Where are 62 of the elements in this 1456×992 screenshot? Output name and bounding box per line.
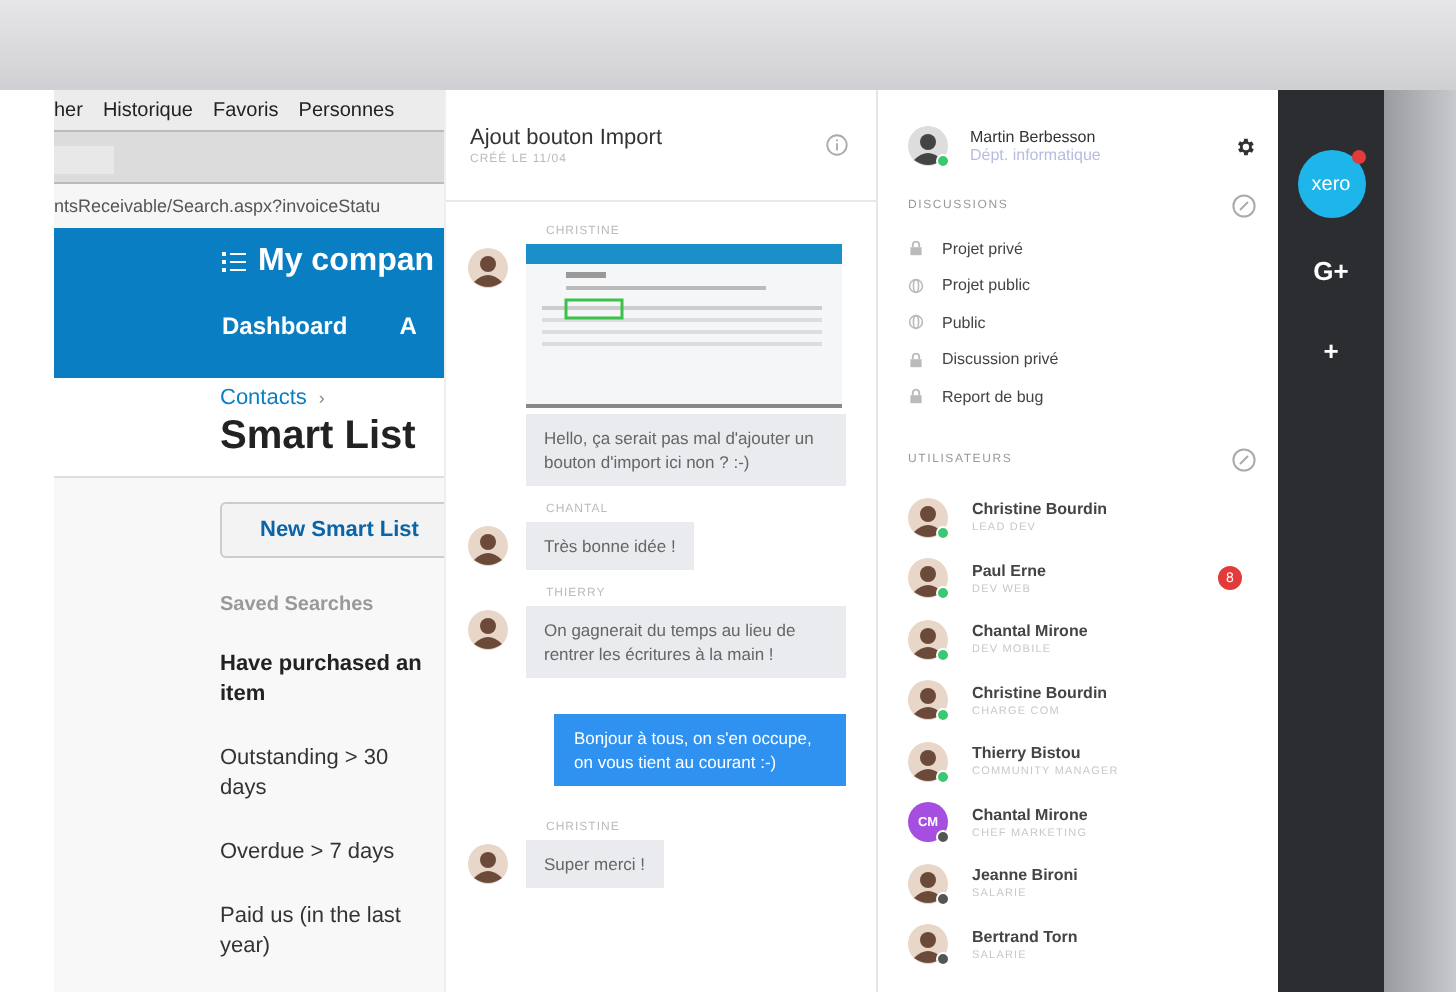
avatar <box>468 844 508 884</box>
info-icon[interactable] <box>826 134 848 156</box>
message-bubble: On gagnerait du temps au lieu de rentrer les écritures à la main ! <box>526 606 846 678</box>
page-heading: Smart List <box>220 414 418 460</box>
user-name[interactable]: Christine Bourdin <box>972 500 1256 519</box>
avatar <box>908 126 948 166</box>
menu-icon[interactable] <box>222 252 246 272</box>
discussion-item[interactable]: Public <box>942 313 986 332</box>
user-name[interactable]: Thierry Bistou <box>972 744 1256 763</box>
breadcrumb-link[interactable]: Contacts <box>220 386 307 410</box>
app-title: My compan <box>258 244 435 280</box>
discussion-item[interactable]: Projet public <box>942 276 1031 295</box>
discussion-item[interactable]: Report de bug <box>942 387 1044 406</box>
user-name[interactable]: Bertrand Torn <box>972 927 1256 946</box>
avatar <box>468 610 508 650</box>
nav-link[interactable]: Dashboard <box>222 312 348 340</box>
saved-search-link[interactable]: Outstanding > 30 days <box>220 744 430 804</box>
menu-item[interactable]: Historique <box>102 99 193 121</box>
menu-item[interactable]: her <box>54 99 83 121</box>
edit-icon[interactable] <box>1232 447 1256 471</box>
avatar <box>908 924 948 965</box>
edit-icon[interactable] <box>1232 194 1256 218</box>
discussion-item[interactable]: Projet privé <box>942 239 1023 258</box>
message-bubble: Bonjour à tous, on s'en occupe, on vous tient au courant :-) <box>554 714 846 786</box>
message-bubble: Super merci ! <box>526 840 664 888</box>
user-name[interactable]: Paul Erne <box>972 561 1194 580</box>
nav-link[interactable]: A <box>399 312 417 340</box>
avatar <box>908 741 948 782</box>
screenshot-drawing[interactable] <box>526 244 842 408</box>
menu-item[interactable]: Personnes <box>298 99 395 121</box>
dock-button[interactable]: + <box>1303 322 1359 378</box>
lock-icon <box>908 388 924 405</box>
discussion-item[interactable]: Discussion privé <box>942 350 1059 369</box>
saved-search-link[interactable]: Paid us (in the last year) <box>220 902 430 962</box>
section-title: Saved Searches <box>220 594 374 616</box>
avatar <box>468 248 508 288</box>
settings-icon[interactable] <box>1234 135 1256 157</box>
lock-icon <box>908 351 924 368</box>
message-bubble: Hello, ça serait pas mal d'ajouter un bouton d'import ici non ? :-) <box>526 414 846 486</box>
user-name[interactable]: Christine Bourdin <box>972 683 1256 702</box>
saved-search-link[interactable]: Overdue > 7 days <box>220 838 430 868</box>
new-smart-list-button[interactable]: New Smart List <box>220 502 444 558</box>
avatar <box>908 558 948 599</box>
avatar <box>908 619 948 660</box>
lock-icon <box>908 240 924 257</box>
conversation-title: Ajout bouton Import <box>470 125 663 149</box>
dock-button[interactable]: G+ <box>1303 242 1359 298</box>
globe-icon <box>908 314 924 331</box>
user-name: Martin Berbesson <box>970 128 1098 146</box>
menu-item[interactable]: Favoris <box>212 99 279 121</box>
user-name[interactable]: Chantal Mirone <box>972 622 1256 641</box>
user-name[interactable]: Chantal Mirone <box>972 805 1256 824</box>
avatar <box>908 863 948 904</box>
user-department: Dépt. informatique <box>970 146 1103 164</box>
avatar <box>908 497 948 538</box>
user-name[interactable]: Jeanne Bironi <box>972 866 1256 885</box>
globe-icon <box>908 277 924 294</box>
saved-search-link[interactable]: Have purchased an item <box>220 650 430 710</box>
avatar <box>908 680 948 721</box>
breadcrumb-separator: › <box>318 388 325 408</box>
message-bubble: Très bonne idée ! <box>526 522 694 570</box>
avatar <box>468 526 508 566</box>
